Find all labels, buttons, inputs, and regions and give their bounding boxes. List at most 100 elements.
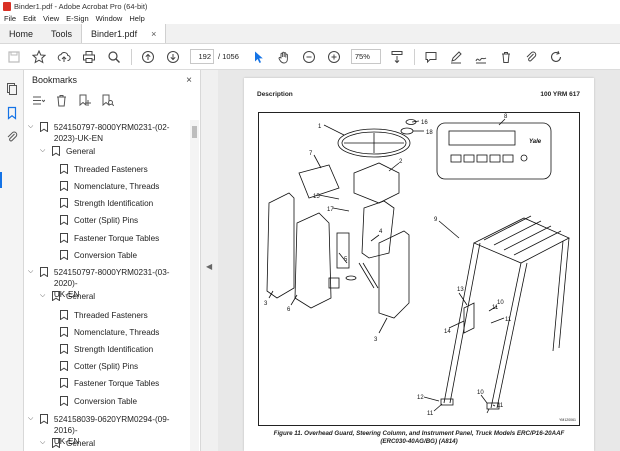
- previous-page-icon[interactable]: [140, 49, 156, 65]
- select-cursor-icon[interactable]: [251, 49, 267, 65]
- bookmark-label: Fastener Torque Tables: [74, 379, 160, 388]
- highlight-pen-icon[interactable]: [448, 49, 464, 65]
- upload-cloud-icon[interactable]: [56, 49, 72, 65]
- collapse-panel-icon[interactable]: ◀: [206, 262, 212, 271]
- sign-icon[interactable]: [473, 49, 489, 65]
- page-header-right: 100 YRM 617: [540, 91, 580, 98]
- bookmark-item[interactable]: Cotter (Split) Pins: [60, 361, 138, 372]
- zoom-in-icon[interactable]: [326, 49, 342, 65]
- bookmarks-panel-icon[interactable]: [5, 106, 19, 120]
- callout-label: 18: [426, 130, 433, 136]
- bookmarks-scrollbar[interactable]: [190, 120, 199, 451]
- zoom-out-icon[interactable]: [301, 49, 317, 65]
- tab-home[interactable]: Home: [0, 24, 42, 43]
- bookmark-icon: [60, 378, 68, 389]
- callout-label: 15: [313, 194, 320, 200]
- bookmark-item[interactable]: Strength Identification: [60, 344, 153, 355]
- bookmark-item[interactable]: ⌵ General: [40, 146, 95, 157]
- rotate-icon[interactable]: [548, 49, 564, 65]
- chevron-down-icon[interactable]: ⌵: [28, 122, 36, 132]
- bookmark-icon: [52, 146, 60, 157]
- bookmark-item[interactable]: Threaded Fasteners: [60, 164, 148, 175]
- callout-label: 16: [421, 120, 428, 126]
- callout-label: 14: [444, 329, 451, 335]
- callout-label: 10: [477, 390, 484, 396]
- toolbar-separator: [131, 48, 132, 65]
- bookmark-label: General: [66, 439, 96, 448]
- bookmark-item[interactable]: Threaded Fasteners: [60, 310, 148, 321]
- bookmark-tree: ⌵ 524150797-8000YRM0231-(03-2020)- 524150…: [24, 118, 190, 451]
- bookmark-star-icon[interactable]: [31, 49, 47, 65]
- bookmark-icon: [39, 414, 48, 425]
- bookmark-label: Nomenclature, Threads: [74, 328, 160, 337]
- bookmark-icon: [60, 164, 68, 175]
- bookmark-label: Cotter (Split) Pins: [74, 362, 139, 371]
- chevron-down-icon[interactable]: ⌵: [40, 146, 48, 156]
- bookmark-item[interactable]: Fastener Torque Tables: [60, 378, 159, 389]
- chevron-down-icon[interactable]: ⌵: [40, 438, 48, 448]
- close-panel-icon[interactable]: ×: [186, 75, 192, 86]
- bookmark-item[interactable]: ⌵ General: [40, 291, 95, 302]
- bookmarks-title: Bookmarks: [32, 75, 78, 85]
- callout-label: 3: [374, 337, 378, 343]
- save-icon[interactable]: [6, 49, 22, 65]
- delete-icon[interactable]: [498, 49, 514, 65]
- attachment-icon[interactable]: [523, 49, 539, 65]
- page-separator: /: [218, 52, 221, 61]
- bookmark-icon: [52, 291, 60, 302]
- chevron-down-icon[interactable]: ⌵: [40, 291, 48, 301]
- zoom-level-dropdown[interactable]: 75%: [350, 49, 381, 64]
- document-viewer[interactable]: Description 100 YRM 617 1 16 18 8 7 2 15…: [218, 70, 620, 451]
- bookmark-options-icon[interactable]: [32, 94, 46, 108]
- delete-bookmark-icon[interactable]: [55, 94, 69, 108]
- bookmark-item[interactable]: ⌵ General: [40, 438, 95, 449]
- menu-view[interactable]: View: [43, 14, 59, 23]
- bookmark-item[interactable]: Nomenclature, Threads: [60, 327, 159, 338]
- menu-esign[interactable]: E-Sign: [66, 14, 89, 23]
- scrollbar-thumb[interactable]: [192, 126, 197, 138]
- next-page-icon[interactable]: [165, 49, 181, 65]
- page-number-input[interactable]: 192: [190, 49, 214, 64]
- menu-file[interactable]: File: [4, 14, 16, 23]
- bookmark-item[interactable]: Conversion Table: [60, 250, 137, 261]
- chevron-down-icon[interactable]: ⌵: [28, 414, 36, 424]
- bookmark-label: Nomenclature, Threads: [74, 182, 160, 191]
- fit-page-icon[interactable]: [389, 49, 405, 65]
- bookmark-icon: [60, 181, 68, 192]
- callout-label: 1: [318, 124, 322, 130]
- new-bookmark-icon[interactable]: [78, 94, 92, 108]
- caption-line-2: (ERC030-40AG/BG) (A814): [380, 437, 458, 445]
- tab-tools[interactable]: Tools: [42, 24, 81, 43]
- close-tab-icon[interactable]: ×: [151, 29, 156, 39]
- toolbar-separator-2: [413, 48, 415, 65]
- window-title: Binder1.pdf - Adobe Acrobat Pro (64-bit): [14, 1, 148, 11]
- chevron-down-icon[interactable]: ⌵: [28, 267, 36, 277]
- bookmarks-panel: Bookmarks × ⌵ 524150797-8000YRM0231-(03-…: [24, 70, 200, 451]
- bookmark-item[interactable]: Cotter (Split) Pins: [60, 215, 138, 226]
- bookmark-label: Cotter (Split) Pins: [74, 216, 139, 225]
- bookmark-icon: [60, 233, 68, 244]
- find-bookmark-icon[interactable]: [101, 94, 115, 108]
- bookmark-item[interactable]: Fastener Torque Tables: [60, 233, 159, 244]
- page-thumbnails-icon[interactable]: [5, 82, 19, 96]
- find-icon[interactable]: [106, 49, 122, 65]
- attachments-panel-icon[interactable]: [5, 130, 19, 144]
- menu-help[interactable]: Help: [129, 14, 144, 23]
- bookmark-item[interactable]: Conversion Table: [60, 396, 137, 407]
- page-total: / 1056: [218, 52, 239, 61]
- panel-splitter[interactable]: ◀: [200, 70, 218, 451]
- bookmark-item[interactable]: Nomenclature, Threads: [60, 181, 159, 192]
- bookmark-label: General: [66, 147, 96, 156]
- bookmark-icon: [60, 327, 68, 338]
- bookmark-icon: [39, 267, 48, 278]
- comment-icon[interactable]: [423, 49, 439, 65]
- menu-edit[interactable]: Edit: [23, 14, 36, 23]
- tab-document[interactable]: Binder1.pdf ×: [81, 24, 167, 43]
- bookmark-item[interactable]: ⌵ 524150797-8000YRM0231-(03-2020)-524150…: [28, 122, 190, 144]
- hand-tool-icon[interactable]: [276, 49, 292, 65]
- print-icon[interactable]: [81, 49, 97, 65]
- figure-caption: Figure 11. Overhead Guard, Steering Colu…: [258, 430, 580, 445]
- bookmark-item[interactable]: Strength Identification: [60, 198, 153, 209]
- menu-window[interactable]: Window: [96, 14, 123, 23]
- panel-brand-label: Yale: [529, 139, 542, 145]
